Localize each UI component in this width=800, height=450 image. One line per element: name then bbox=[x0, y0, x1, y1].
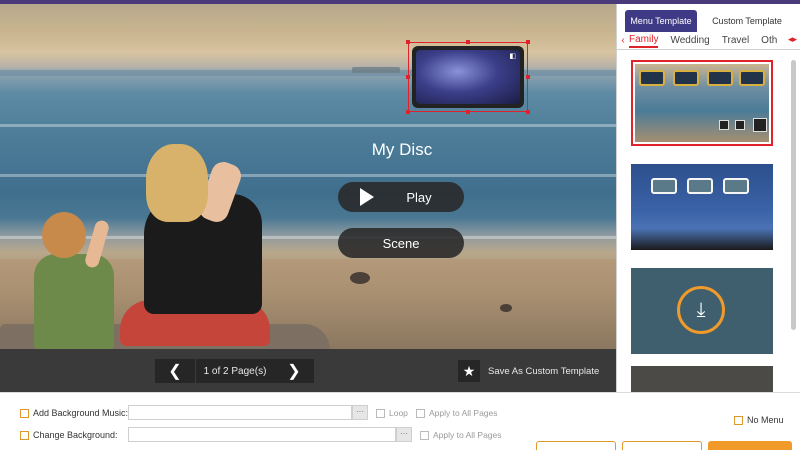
scene-label: Scene bbox=[382, 235, 420, 251]
category-scroll-left-icon[interactable]: ‹ bbox=[617, 35, 629, 46]
mini-control bbox=[735, 120, 745, 130]
mini-thumb bbox=[673, 70, 699, 86]
template-item[interactable] bbox=[631, 164, 773, 250]
page-indicator: 1 of 2 Page(s) bbox=[196, 359, 274, 383]
resize-handle[interactable] bbox=[466, 110, 470, 114]
menu-thumbnail: ◧ bbox=[412, 46, 524, 108]
category-family[interactable]: Family bbox=[629, 34, 659, 48]
category-travel[interactable]: Travel bbox=[722, 35, 749, 46]
loop-option[interactable]: Loop bbox=[376, 405, 408, 421]
play-icon bbox=[360, 188, 374, 206]
apply-all-music-label: Apply to All Pages bbox=[429, 408, 498, 418]
resize-handle[interactable] bbox=[526, 110, 530, 114]
mini-thumb bbox=[707, 70, 733, 86]
resize-handle[interactable] bbox=[406, 40, 410, 44]
next-page-button[interactable]: ❯ bbox=[274, 359, 314, 383]
category-scroll-arrows-icon[interactable]: ◂▸ bbox=[787, 34, 797, 45]
tab-custom-template[interactable]: Custom Template bbox=[697, 10, 797, 32]
star-icon: ★ bbox=[458, 360, 480, 382]
resize-handle[interactable] bbox=[526, 75, 530, 79]
apply-all-bg-label: Apply to All Pages bbox=[433, 430, 502, 440]
disc-title[interactable]: My Disc bbox=[340, 140, 464, 160]
template-thumbnail bbox=[631, 366, 773, 392]
change-bg-checkbox[interactable] bbox=[20, 430, 29, 440]
category-wedding[interactable]: Wedding bbox=[670, 35, 709, 46]
burn-button[interactable] bbox=[708, 441, 792, 450]
play-button[interactable]: Play bbox=[338, 182, 464, 212]
bg-music-browse-button[interactable]: ··· bbox=[352, 405, 368, 420]
mini-thumb bbox=[651, 178, 677, 194]
pebble bbox=[500, 304, 512, 312]
bg-music-checkbox[interactable] bbox=[20, 408, 29, 418]
template-item[interactable] bbox=[631, 366, 773, 392]
resize-handle[interactable] bbox=[406, 75, 410, 79]
template-thumbnail: ⤓ bbox=[631, 268, 773, 354]
bg-music-input[interactable] bbox=[128, 405, 352, 420]
apply-all-bg-option[interactable]: Apply to All Pages bbox=[420, 427, 502, 443]
category-row: ‹ Family Wedding Travel Oth ◂▸ bbox=[617, 32, 800, 50]
change-bg-label: Change Background: bbox=[33, 430, 118, 440]
home-icon bbox=[753, 118, 767, 132]
mini-thumb bbox=[639, 70, 665, 86]
template-thumbnail bbox=[631, 164, 773, 250]
change-bg-input[interactable] bbox=[128, 427, 396, 442]
resize-handle[interactable] bbox=[466, 40, 470, 44]
play-label: Play bbox=[406, 189, 432, 205]
cc-icon: ◧ bbox=[509, 53, 516, 60]
change-bg-row: Change Background: bbox=[20, 427, 118, 443]
loop-checkbox[interactable] bbox=[376, 408, 385, 418]
template-scrollbar[interactable] bbox=[791, 60, 796, 330]
apply-all-music-checkbox[interactable] bbox=[416, 408, 425, 418]
chevron-right-icon: ❯ bbox=[287, 363, 301, 380]
ship bbox=[352, 67, 400, 73]
template-item[interactable] bbox=[631, 60, 773, 146]
change-bg-browse-button[interactable]: ··· bbox=[396, 427, 412, 442]
wave bbox=[0, 124, 616, 127]
scene-button[interactable]: Scene bbox=[338, 228, 464, 258]
child-body bbox=[34, 254, 114, 349]
template-panel: Menu Template Custom Template ‹ Family W… bbox=[616, 4, 800, 392]
mini-thumb bbox=[723, 178, 749, 194]
download-icon[interactable]: ⤓ bbox=[677, 286, 725, 334]
template-item[interactable]: ⤓ bbox=[631, 268, 773, 354]
woman-hair bbox=[146, 144, 208, 222]
settings-panel: Add Background Music: ··· Loop Apply to … bbox=[0, 392, 800, 450]
prev-page-button[interactable]: ❮ bbox=[155, 359, 195, 383]
no-menu-checkbox[interactable] bbox=[734, 415, 743, 425]
tab-menu-template[interactable]: Menu Template bbox=[625, 10, 697, 32]
menu-preview: ◧ My Disc Play Scene bbox=[0, 4, 616, 349]
pebble bbox=[350, 272, 370, 284]
apply-all-bg-checkbox[interactable] bbox=[420, 430, 429, 440]
menu-thumbnail-frame[interactable]: ◧ bbox=[406, 40, 530, 114]
chevron-left-icon: ❮ bbox=[168, 363, 182, 380]
bg-music-row: Add Background Music: bbox=[20, 405, 128, 421]
pager-bar: ❮ 1 of 2 Page(s) ❯ ★ Save As Custom Temp… bbox=[0, 349, 616, 392]
child-head bbox=[42, 212, 86, 258]
resize-handle[interactable] bbox=[406, 110, 410, 114]
back-button[interactable] bbox=[536, 441, 616, 450]
template-tabs: Menu Template Custom Template bbox=[625, 10, 800, 32]
no-menu-option[interactable]: No Menu bbox=[734, 415, 784, 425]
mini-control bbox=[719, 120, 729, 130]
apply-all-music-option[interactable]: Apply to All Pages bbox=[416, 405, 498, 421]
bg-music-label: Add Background Music: bbox=[33, 408, 129, 418]
category-other[interactable]: Oth bbox=[761, 35, 777, 46]
loop-label: Loop bbox=[389, 408, 408, 418]
template-thumbnail bbox=[635, 64, 769, 142]
mini-thumb bbox=[739, 70, 765, 86]
save-custom-template-label: Save As Custom Template bbox=[488, 365, 600, 377]
resize-handle[interactable] bbox=[526, 40, 530, 44]
save-custom-template-button[interactable]: ★ Save As Custom Template bbox=[458, 359, 599, 383]
wave bbox=[0, 174, 616, 177]
mini-thumb bbox=[687, 178, 713, 194]
preview-button[interactable] bbox=[622, 441, 702, 450]
no-menu-label: No Menu bbox=[747, 415, 784, 425]
thumbnail-video: ◧ bbox=[416, 50, 520, 104]
